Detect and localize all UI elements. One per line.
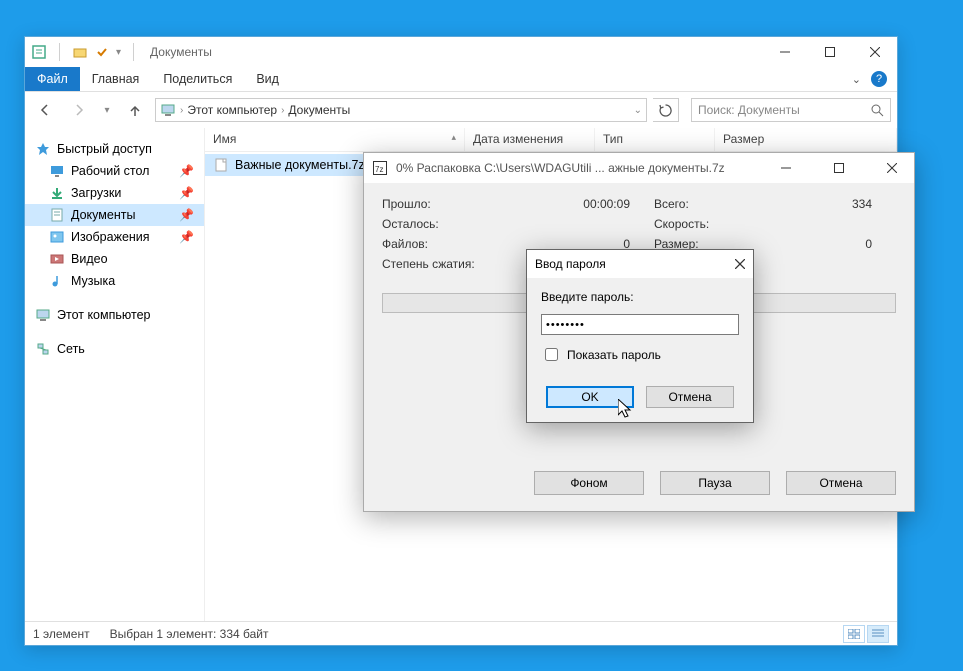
value-elapsed: 00:00:09 [492,197,654,211]
progress-minimize-button[interactable] [763,153,808,183]
file-name: Важные документы.7z [235,158,365,172]
explorer-maximize-button[interactable] [807,37,852,67]
desktop-icon [49,163,65,179]
ribbon-expand-icon[interactable]: ⌄ [852,73,861,86]
password-dialog-title: Ввод пароля [535,257,735,271]
progress-close-button[interactable] [869,153,914,183]
qat-dropdown-icon[interactable]: ▾ [116,47,121,58]
breadcrumb[interactable]: › Этот компьютер › Документы ⌄ [155,98,647,122]
password-prompt-label: Введите пароль: [541,290,739,304]
ribbon: Файл Главная Поделиться Вид ⌄ ? [25,67,897,92]
nav-quick-access[interactable]: Быстрый доступ [25,138,204,160]
nav-pictures[interactable]: Изображения📌 [25,226,204,248]
progress-titlebar: 7z 0% Распаковка C:\Users\WDAGUtili ... … [364,153,914,183]
videos-icon [49,251,65,267]
qat-check-icon[interactable] [94,44,110,60]
music-icon [49,273,65,289]
pin-icon: 📌 [179,164,194,178]
col-size[interactable]: Размер [715,128,897,151]
ribbon-tab-view[interactable]: Вид [244,67,291,91]
nav-recent-dropdown[interactable]: ▾ [99,96,115,124]
view-details-button[interactable] [867,625,889,643]
status-bar: 1 элемент Выбран 1 элемент: 334 байт [25,621,897,645]
nav-videos[interactable]: Видео [25,248,204,270]
nav-this-pc[interactable]: Этот компьютер [25,304,204,326]
label-speed: Скорость: [654,217,734,231]
breadcrumb-folder[interactable]: Документы [288,103,350,117]
background-button[interactable]: Фоном [534,471,644,495]
nav-tree: Быстрый доступ Рабочий стол📌 Загрузки📌 Д… [25,128,205,621]
col-name[interactable]: Имя▴ [205,128,465,151]
file-icon [213,157,229,173]
explorer-title: Документы [146,45,762,59]
sevenzip-icon: 7z [372,160,388,176]
search-icon [871,104,884,117]
ribbon-tab-file[interactable]: Файл [25,67,80,91]
nav-back-button[interactable] [31,96,59,124]
ribbon-tab-home[interactable]: Главная [80,67,152,91]
label-ratio: Степень сжатия: [382,257,492,271]
nav-up-button[interactable] [121,96,149,124]
explorer-titlebar: ▾ Документы [25,37,897,67]
password-input[interactable] [541,314,739,335]
nav-forward-button[interactable] [65,96,93,124]
search-input[interactable]: Поиск: Документы [691,98,891,122]
qat-newfolder-icon[interactable] [72,44,88,60]
column-headers: Имя▴ Дата изменения Тип Размер [205,128,897,152]
pin-icon: 📌 [179,208,194,222]
nav-documents[interactable]: Документы📌 [25,204,204,226]
nav-network[interactable]: Сеть [25,338,204,360]
network-icon [35,341,51,357]
show-password-checkbox-box[interactable] [545,348,558,361]
breadcrumb-root[interactable]: Этот компьютер [187,103,277,117]
ribbon-tab-share[interactable]: Поделиться [151,67,244,91]
explorer-close-button[interactable] [852,37,897,67]
cancel-button[interactable]: Отмена [786,471,896,495]
label-remaining: Осталось: [382,217,492,231]
svg-text:7z: 7z [375,165,383,174]
label-files: Файлов: [382,237,492,251]
progress-title: 0% Распаковка C:\Users\WDAGUtili ... ажн… [396,161,755,175]
pictures-icon [49,229,65,245]
pin-icon: 📌 [179,186,194,200]
pause-button[interactable]: Пауза [660,471,770,495]
pc-icon [35,307,51,323]
sort-indicator-icon: ▴ [451,132,456,147]
label-total: Всего: [654,197,734,211]
qat-properties-icon[interactable] [31,44,47,60]
view-large-icons-button[interactable] [843,625,865,643]
nav-toolbar: ▾ › Этот компьютер › Документы ⌄ Поиск: … [25,92,897,128]
refresh-button[interactable] [653,98,679,122]
nav-music[interactable]: Музыка [25,270,204,292]
show-password-checkbox[interactable]: Показать пароль [541,345,739,364]
password-dialog-titlebar: Ввод пароля [527,250,753,278]
documents-icon [49,207,65,223]
ok-button[interactable]: OK [546,386,634,408]
star-icon [35,141,51,157]
status-selection: Выбран 1 элемент: 334 байт [110,627,269,641]
value-total: 334 [734,197,896,211]
help-icon[interactable]: ? [871,71,887,87]
password-dialog-close-button[interactable] [735,259,745,269]
search-placeholder: Поиск: Документы [698,103,800,117]
explorer-minimize-button[interactable] [762,37,807,67]
label-elapsed: Прошло: [382,197,492,211]
progress-maximize-button[interactable] [816,153,861,183]
cancel-password-button[interactable]: Отмена [646,386,734,408]
col-type[interactable]: Тип [595,128,715,151]
breadcrumb-pc-icon [160,102,176,118]
nav-downloads[interactable]: Загрузки📌 [25,182,204,204]
pin-icon: 📌 [179,230,194,244]
col-date[interactable]: Дата изменения [465,128,595,151]
status-count: 1 элемент [33,627,90,641]
password-dialog: Ввод пароля Введите пароль: Показать пар… [526,249,754,423]
downloads-icon [49,185,65,201]
value-size: 0 [734,237,896,251]
nav-desktop[interactable]: Рабочий стол📌 [25,160,204,182]
